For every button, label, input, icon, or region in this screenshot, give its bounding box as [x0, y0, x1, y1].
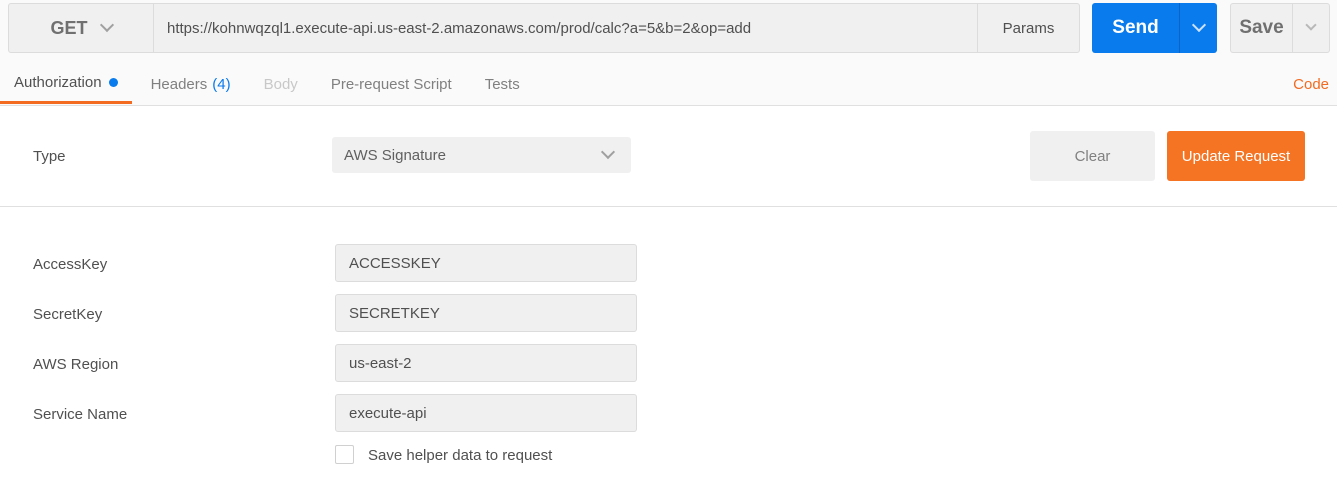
save-button-group: Save: [1230, 3, 1330, 53]
auth-type-value: AWS Signature: [344, 146, 446, 164]
params-button[interactable]: Params: [977, 4, 1079, 52]
clear-button[interactable]: Clear: [1030, 131, 1155, 181]
send-button-group: Send: [1092, 3, 1217, 53]
chevron-down-icon: [99, 17, 114, 33]
service-name-input[interactable]: execute-api: [335, 394, 637, 432]
access-key-input[interactable]: ACCESSKEY: [335, 244, 637, 282]
tab-body[interactable]: Body: [250, 64, 312, 104]
send-dropdown-button[interactable]: [1179, 3, 1217, 53]
url-input[interactable]: https://kohnwqzql1.execute-api.us-east-2…: [154, 4, 977, 52]
tab-label: Headers: [150, 75, 208, 93]
service-name-label: Service Name: [33, 406, 128, 423]
tab-headers[interactable]: Headers (4): [137, 64, 245, 104]
tab-tests[interactable]: Tests: [471, 64, 534, 104]
method-select[interactable]: GET: [9, 4, 154, 52]
active-dot-icon: [108, 78, 118, 87]
save-button[interactable]: Save: [1231, 4, 1292, 52]
update-request-button[interactable]: Update Request: [1167, 131, 1305, 181]
url-bar: GET https://kohnwqzql1.execute-api.us-ea…: [8, 3, 1080, 53]
send-button[interactable]: Send: [1092, 3, 1179, 53]
method-label: GET: [50, 17, 88, 38]
aws-region-label: AWS Region: [33, 356, 119, 373]
aws-region-input[interactable]: us-east-2: [335, 344, 637, 382]
tab-pre-request-script[interactable]: Pre-request Script: [317, 64, 466, 104]
save-helper-label: Save helper data to request: [368, 447, 553, 464]
auth-type-row: Type AWS Signature Clear Update Request: [0, 106, 1337, 207]
type-label: Type: [33, 148, 66, 165]
save-dropdown-button[interactable]: [1292, 4, 1329, 52]
request-tabs: Authorization Headers (4) Body Pre-reque…: [0, 64, 539, 106]
secret-key-label: SecretKey: [33, 306, 103, 323]
code-link[interactable]: Code: [1293, 76, 1329, 93]
chevron-down-icon: [1305, 19, 1317, 31]
chevron-down-icon: [1191, 17, 1206, 33]
auth-type-select[interactable]: AWS Signature: [332, 137, 631, 173]
tab-authorization[interactable]: Authorization: [0, 64, 132, 104]
secret-key-input[interactable]: SECRETKEY: [335, 294, 637, 332]
request-header: GET https://kohnwqzql1.execute-api.us-ea…: [0, 0, 1337, 106]
tab-label: Authorization: [14, 74, 102, 91]
save-helper-checkbox[interactable]: [335, 445, 354, 464]
chevron-down-icon: [600, 144, 616, 160]
access-key-label: AccessKey: [33, 256, 108, 273]
headers-count: (4): [212, 75, 231, 93]
